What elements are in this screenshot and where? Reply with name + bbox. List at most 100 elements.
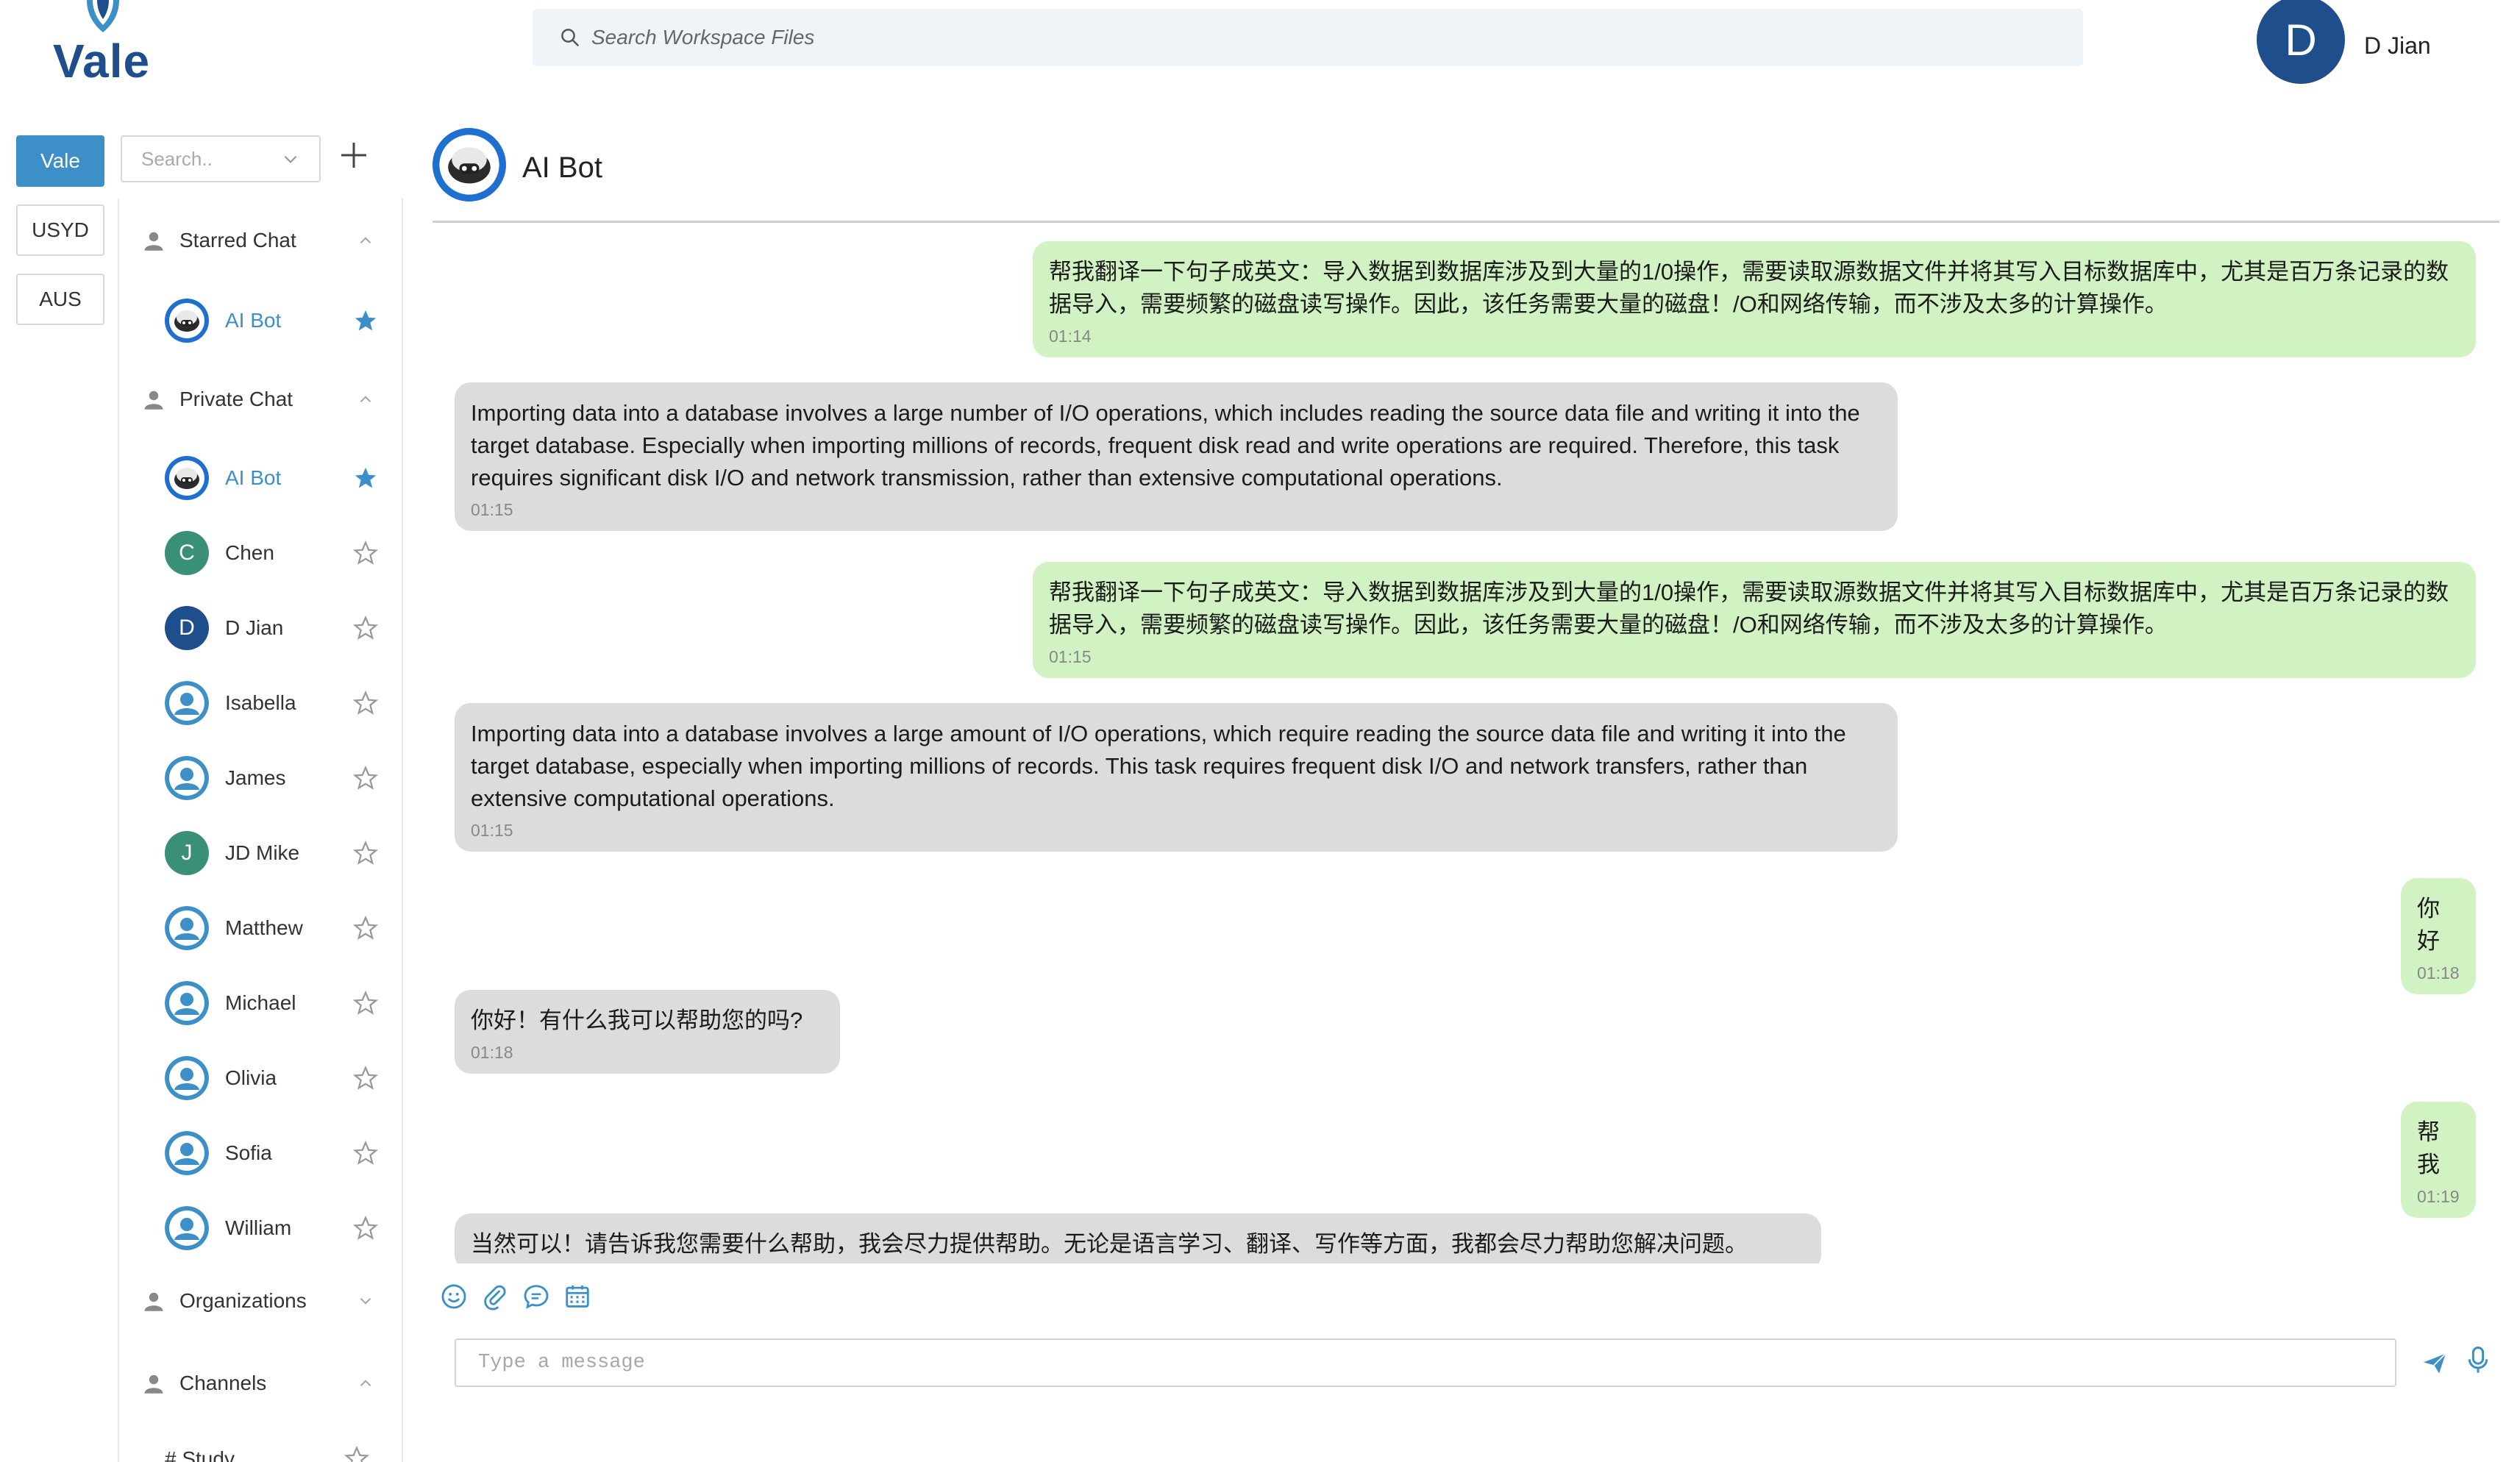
section-channels[interactable]: Channels — [143, 1365, 375, 1402]
message-time: 01:15 — [471, 500, 513, 519]
user-avatar[interactable]: D — [2257, 0, 2345, 84]
star-outline-icon[interactable] — [353, 916, 378, 941]
contact-label: William — [225, 1216, 292, 1239]
message-bubble-bot: 你好！有什么我可以帮助您的吗? 01:18 — [455, 990, 840, 1074]
section-organizations[interactable]: Organizations — [143, 1283, 375, 1319]
message-text: 你好！有什么我可以帮助您的吗? — [471, 1008, 803, 1033]
org-button-aus[interactable]: AUS — [16, 274, 104, 325]
contact-label: Sofia — [225, 1141, 272, 1164]
private-chat-item[interactable]: Sofia — [165, 1130, 378, 1177]
message-time: 01:18 — [2417, 963, 2460, 983]
chevron-down-icon — [360, 1297, 371, 1305]
chat-bubble-icon[interactable] — [522, 1283, 550, 1311]
private-chat-item[interactable]: William — [165, 1205, 378, 1252]
org-button-vale[interactable]: Vale — [16, 135, 104, 187]
private-chat-item[interactable]: Isabella — [165, 680, 378, 727]
message-time: 01:14 — [1049, 327, 1092, 346]
letter-avatar: J — [165, 831, 209, 875]
person-icon — [144, 1374, 163, 1394]
star-outline-icon[interactable] — [353, 1066, 378, 1091]
section-label: Channels — [179, 1372, 267, 1394]
star-outline-icon[interactable] — [353, 1141, 378, 1166]
star-outline-icon[interactable] — [353, 766, 378, 791]
attachment-icon[interactable] — [481, 1283, 509, 1311]
robot-avatar-icon — [165, 456, 209, 500]
workspace-search[interactable] — [533, 9, 2083, 66]
message-bubble-me: 你好 01:18 — [2401, 878, 2476, 994]
message-bubble-me: 帮我 01:19 — [2401, 1102, 2476, 1218]
private-chat-item[interactable]: AI Bot — [165, 454, 378, 502]
chevron-down-icon — [284, 155, 297, 163]
private-chat-item[interactable]: J JD Mike — [165, 830, 378, 877]
sidebar-search-placeholder: Search.. — [141, 147, 213, 170]
message-text: Importing data into a database involves … — [471, 721, 1846, 811]
send-icon[interactable] — [2421, 1350, 2448, 1377]
app-logo: Vale — [46, 0, 171, 88]
star-outline-icon[interactable] — [353, 541, 378, 566]
robot-avatar-icon — [165, 299, 209, 343]
star-outline-icon[interactable] — [353, 1216, 378, 1241]
composer-toolbar — [440, 1283, 591, 1311]
star-outline-icon[interactable] — [353, 841, 378, 866]
message-list[interactable]: 帮我翻译一下句子成英文：导入数据到数据库涉及到大量的1/0操作，需要读取源数据文… — [433, 224, 2499, 1263]
channel-item-study[interactable]: # Study — [165, 1447, 235, 1462]
add-chat-icon[interactable] — [335, 137, 372, 174]
message-bubble-bot: Importing data into a database involves … — [455, 382, 1898, 531]
chevron-up-icon — [360, 237, 371, 244]
logo-text: Vale — [53, 35, 151, 88]
private-chat-item[interactable]: C Chen — [165, 529, 378, 577]
sidebar-search-select[interactable]: Search.. — [121, 135, 321, 182]
chat-header-divider — [433, 221, 2499, 223]
person-icon — [144, 391, 163, 410]
message-composer[interactable] — [455, 1338, 2396, 1387]
user-avatar-initial: D — [2285, 15, 2317, 65]
contact-label: JD Mike — [225, 841, 300, 864]
user-avatar-icon — [165, 1056, 209, 1100]
message-bubble-me: 帮我翻译一下句子成英文：导入数据到数据库涉及到大量的1/0操作，需要读取源数据文… — [1033, 241, 2476, 357]
contact-label: James — [225, 766, 286, 789]
private-chat-item[interactable]: Michael — [165, 980, 378, 1027]
message-bubble-bot: Importing data into a database involves … — [455, 703, 1898, 852]
org-button-usyd[interactable]: USYD — [16, 204, 104, 256]
message-text: 帮我翻译一下句子成英文：导入数据到数据库涉及到大量的1/0操作，需要读取源数据文… — [1049, 259, 2449, 317]
user-avatar-icon — [165, 756, 209, 800]
private-chat-item[interactable]: Matthew — [165, 905, 378, 952]
starred-item-ai-bot[interactable]: AI Bot — [165, 297, 378, 344]
message-time: 01:18 — [471, 1043, 513, 1062]
user-avatar-icon — [165, 906, 209, 950]
logo-mark-icon — [87, 0, 119, 32]
star-outline-icon[interactable] — [353, 991, 378, 1016]
contact-label: Matthew — [225, 916, 303, 939]
star-filled-icon[interactable] — [353, 466, 378, 491]
private-chat-item[interactable]: James — [165, 755, 378, 802]
section-label: Organizations — [179, 1289, 307, 1312]
section-label: Private Chat — [179, 388, 293, 410]
message-time: 01:19 — [2417, 1187, 2460, 1206]
message-time: 01:15 — [1049, 647, 1092, 666]
star-outline-icon[interactable] — [353, 691, 378, 716]
microphone-icon[interactable] — [2466, 1346, 2491, 1375]
calendar-icon[interactable] — [563, 1283, 591, 1311]
chat-title: AI Bot — [522, 151, 602, 184]
chevron-up-icon — [360, 396, 371, 403]
message-bubble-me: 帮我翻译一下句子成英文：导入数据到数据库涉及到大量的1/0操作，需要读取源数据文… — [1033, 562, 2476, 678]
user-avatar-icon — [165, 1206, 209, 1250]
star-filled-icon[interactable] — [353, 308, 378, 333]
user-name[interactable]: D Jian — [2364, 32, 2431, 60]
private-chat-item[interactable]: D D Jian — [165, 605, 378, 652]
private-chat-item[interactable]: Olivia — [165, 1055, 378, 1102]
sidebar-divider — [402, 199, 403, 1462]
letter-avatar: C — [165, 531, 209, 575]
search-icon — [561, 29, 580, 47]
user-avatar-icon — [165, 1131, 209, 1175]
star-outline-icon[interactable] — [353, 616, 378, 641]
contact-label: D Jian — [225, 616, 284, 639]
emoji-icon[interactable] — [440, 1283, 468, 1311]
section-private-chat[interactable]: Private Chat — [143, 381, 375, 418]
message-input[interactable] — [478, 1352, 2317, 1374]
person-icon — [144, 1292, 163, 1311]
message-time: 01:15 — [471, 821, 513, 840]
star-outline-icon[interactable] — [344, 1446, 369, 1462]
workspace-search-input[interactable] — [591, 26, 1915, 49]
section-starred-chat[interactable]: Starred Chat — [143, 222, 375, 259]
